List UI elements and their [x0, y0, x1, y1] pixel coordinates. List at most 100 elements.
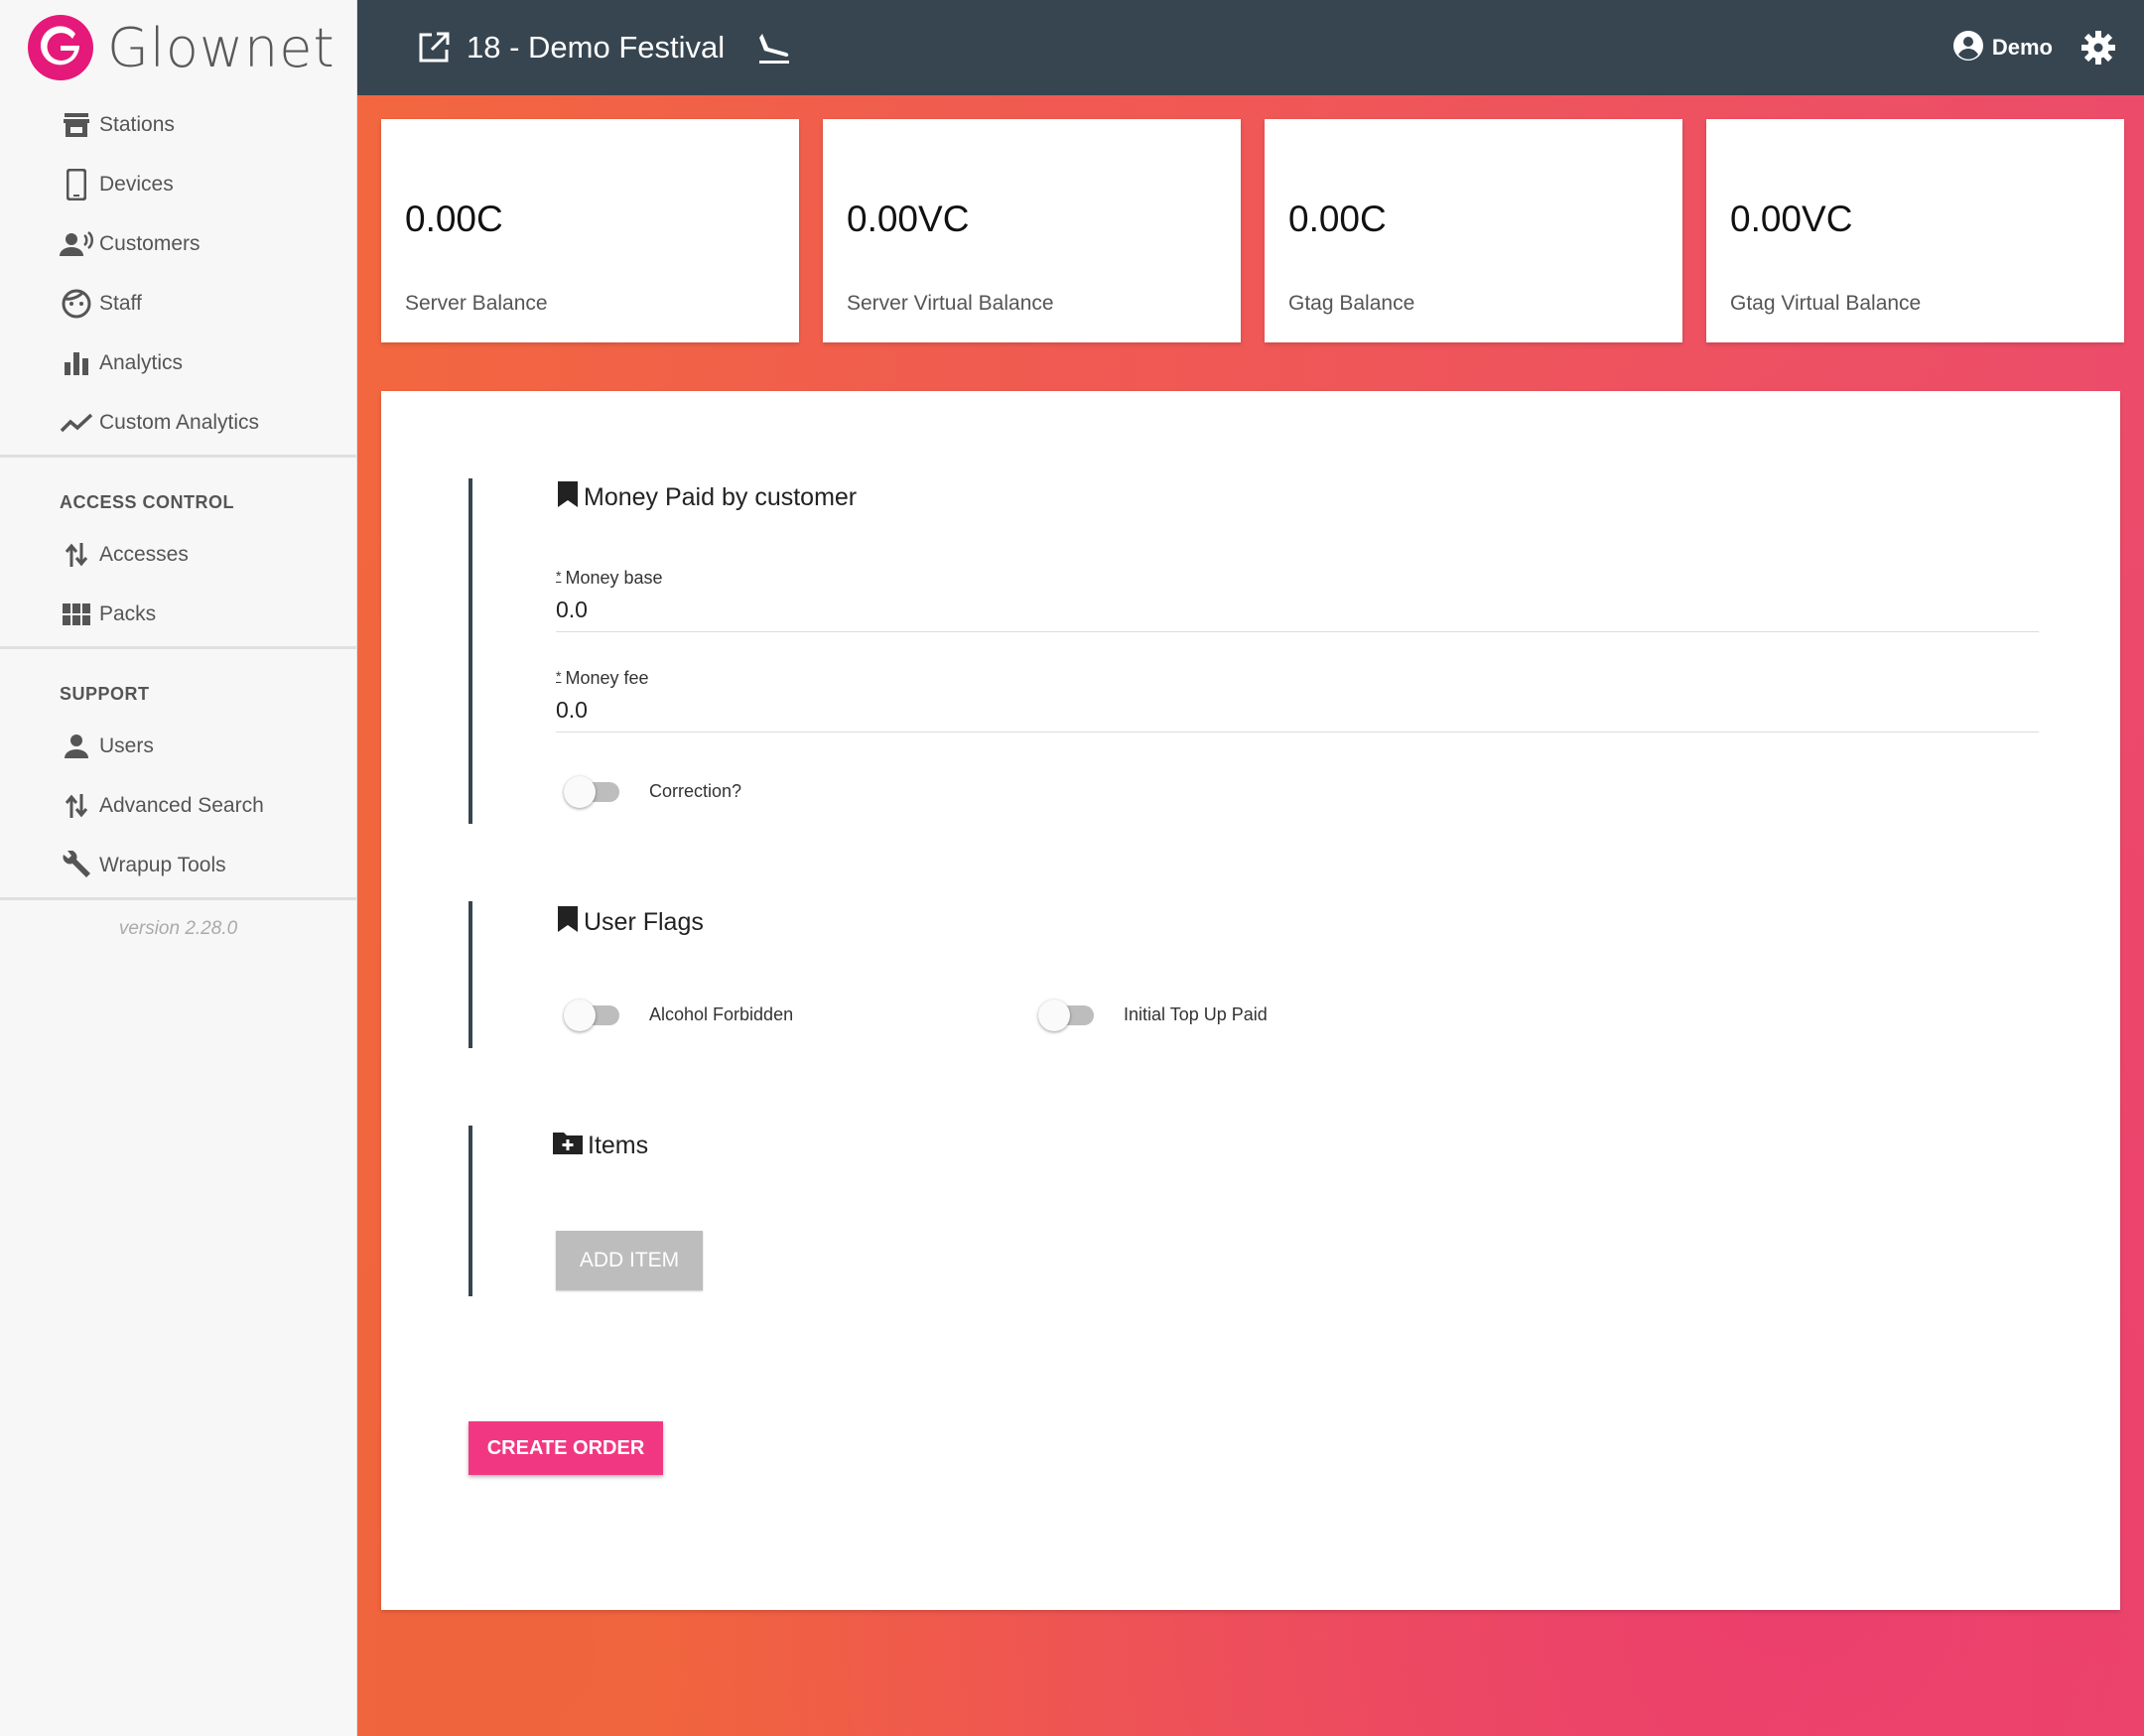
card-label: Gtag Virtual Balance — [1730, 292, 1922, 315]
account-circle-icon — [1952, 30, 1984, 67]
sidebar-item-devices[interactable]: Devices — [0, 155, 356, 214]
toggle-track — [1038, 999, 1094, 1031]
bookmark-icon — [556, 905, 584, 940]
section-heading-support: SUPPORT — [60, 684, 150, 704]
brand-name: Glownet — [107, 16, 335, 79]
flags-section-title: User Flags — [556, 905, 704, 940]
sidebar-item-custom-analytics[interactable]: Custom Analytics — [0, 393, 356, 453]
user-name: Demo — [1991, 35, 2053, 60]
money-section-title: Money Paid by customer — [556, 480, 857, 515]
card-value: 0.00C — [405, 199, 503, 239]
section-title-text: Money Paid by customer — [584, 483, 858, 511]
brand[interactable]: Glownet — [0, 0, 356, 95]
main-nav: Stations Devices Customers Staff Analyti… — [0, 95, 356, 453]
sidebar-item-accesses[interactable]: Accesses — [0, 525, 356, 585]
divider — [0, 897, 356, 900]
bar-chart-icon — [60, 346, 93, 380]
sidebar-item-label: Staff — [99, 292, 142, 315]
sidebar-item-label: Accesses — [99, 543, 189, 566]
top-bar: 18 - Demo Festival Demo — [357, 0, 2144, 95]
money-base-field[interactable]: * Money base 0.0 — [556, 568, 2039, 632]
divider — [0, 455, 356, 458]
toggle-knob — [1038, 999, 1070, 1031]
toggle-knob — [564, 775, 596, 808]
money-base-input[interactable]: 0.0 — [556, 597, 2039, 631]
swap-vertical-icon — [60, 789, 93, 823]
toggle-label: Correction? — [649, 781, 742, 801]
sidebar-item-analytics[interactable]: Analytics — [0, 334, 356, 393]
flight-land-icon[interactable] — [756, 30, 792, 66]
speaking-person-icon — [60, 227, 93, 261]
sidebar-item-staff[interactable]: Staff — [0, 274, 356, 334]
toggle-knob — [564, 999, 596, 1031]
section-title-text: User Flags — [584, 908, 704, 936]
wrench-icon — [60, 849, 93, 882]
divider — [0, 646, 356, 649]
sidebar-item-label: Packs — [99, 602, 157, 625]
add-item-button[interactable]: ADD ITEM — [556, 1231, 703, 1290]
line-chart-icon — [60, 406, 93, 440]
sidebar-item-wrapup-tools[interactable]: Wrapup Tools — [0, 836, 356, 895]
sidebar-item-stations[interactable]: Stations — [0, 95, 356, 155]
swap-vertical-icon — [60, 538, 93, 572]
user-menu[interactable]: Demo — [1952, 30, 2053, 67]
initial-top-up-paid-toggle[interactable]: Initial Top Up Paid — [1038, 999, 1268, 1031]
toggle-track — [564, 999, 619, 1031]
version-label: version 2.28.0 — [118, 918, 238, 939]
sidebar-item-label: Wrapup Tools — [99, 854, 226, 876]
alcohol-forbidden-toggle[interactable]: Alcohol Forbidden — [564, 999, 794, 1031]
sidebar-item-customers[interactable]: Customers — [0, 214, 356, 274]
glownet-logo-icon — [28, 15, 93, 80]
sidebar-item-users[interactable]: Users — [0, 717, 356, 776]
toggle-label: Alcohol Forbidden — [649, 1004, 794, 1024]
toggle-track — [564, 775, 619, 808]
sidebar-item-label: Analytics — [99, 351, 184, 374]
grid-icon — [60, 598, 93, 631]
items-section-title: Items — [552, 1130, 648, 1162]
card-value: 0.00VC — [1730, 199, 1853, 239]
toggle-label: Initial Top Up Paid — [1124, 1004, 1268, 1024]
sidebar-item-packs[interactable]: Packs — [0, 585, 356, 644]
card-label: Server Virtual Balance — [847, 292, 1054, 315]
store-icon — [60, 108, 93, 142]
card-value: 0.00C — [1288, 199, 1387, 239]
event-title: 18 - Demo Festival — [467, 30, 726, 65]
sidebar-item-label: Customers — [99, 232, 201, 255]
person-icon — [60, 730, 93, 763]
server-balance-card: 0.00C Server Balance — [381, 119, 799, 342]
sidebar: Glownet Stations Devices Customers Staff — [0, 0, 357, 1736]
field-label: * Money base — [556, 568, 2039, 589]
sidebar-item-label: Stations — [99, 113, 175, 136]
server-virtual-balance-card: 0.00VC Server Virtual Balance — [823, 119, 1241, 342]
correction-toggle[interactable]: Correction? — [564, 775, 742, 808]
order-form-panel: Money Paid by customer * Money base 0.0 *… — [381, 391, 2120, 1610]
money-fee-input[interactable]: 0.0 — [556, 697, 2039, 732]
gear-icon[interactable] — [2080, 30, 2116, 66]
section-title-text: Items — [588, 1132, 649, 1159]
sidebar-item-advanced-search[interactable]: Advanced Search — [0, 776, 356, 836]
face-icon — [60, 287, 93, 321]
card-label: Gtag Balance — [1288, 292, 1415, 315]
support-nav: Users Advanced Search Wrapup Tools — [0, 717, 356, 895]
gtag-virtual-balance-card: 0.00VC Gtag Virtual Balance — [1706, 119, 2124, 342]
open-external-icon[interactable] — [417, 31, 451, 65]
items-section-bar — [469, 1126, 472, 1296]
field-label-text: Money fee — [565, 668, 649, 688]
access-control-nav: Accesses Packs — [0, 525, 356, 644]
money-section-bar — [469, 478, 472, 824]
required-mark: * — [556, 568, 562, 584]
money-fee-field[interactable]: * Money fee 0.0 — [556, 668, 2039, 733]
sidebar-item-label: Advanced Search — [99, 794, 264, 817]
field-label-text: Money base — [565, 568, 663, 588]
card-value: 0.00VC — [847, 199, 970, 239]
required-mark: * — [556, 668, 562, 684]
sidebar-item-label: Custom Analytics — [99, 411, 260, 434]
create-order-button[interactable]: CREATE ORDER — [469, 1421, 663, 1475]
sidebar-item-label: Devices — [99, 173, 174, 196]
main-area: 18 - Demo Festival Demo 0.00C Server Bal… — [357, 0, 2144, 1736]
section-heading-access-control: ACCESS CONTROL — [60, 492, 235, 512]
sidebar-item-label: Users — [99, 734, 154, 757]
field-label: * Money fee — [556, 668, 2039, 689]
phone-icon — [60, 168, 93, 201]
balance-cards: 0.00C Server Balance 0.00VC Server Virtu… — [381, 119, 2124, 342]
